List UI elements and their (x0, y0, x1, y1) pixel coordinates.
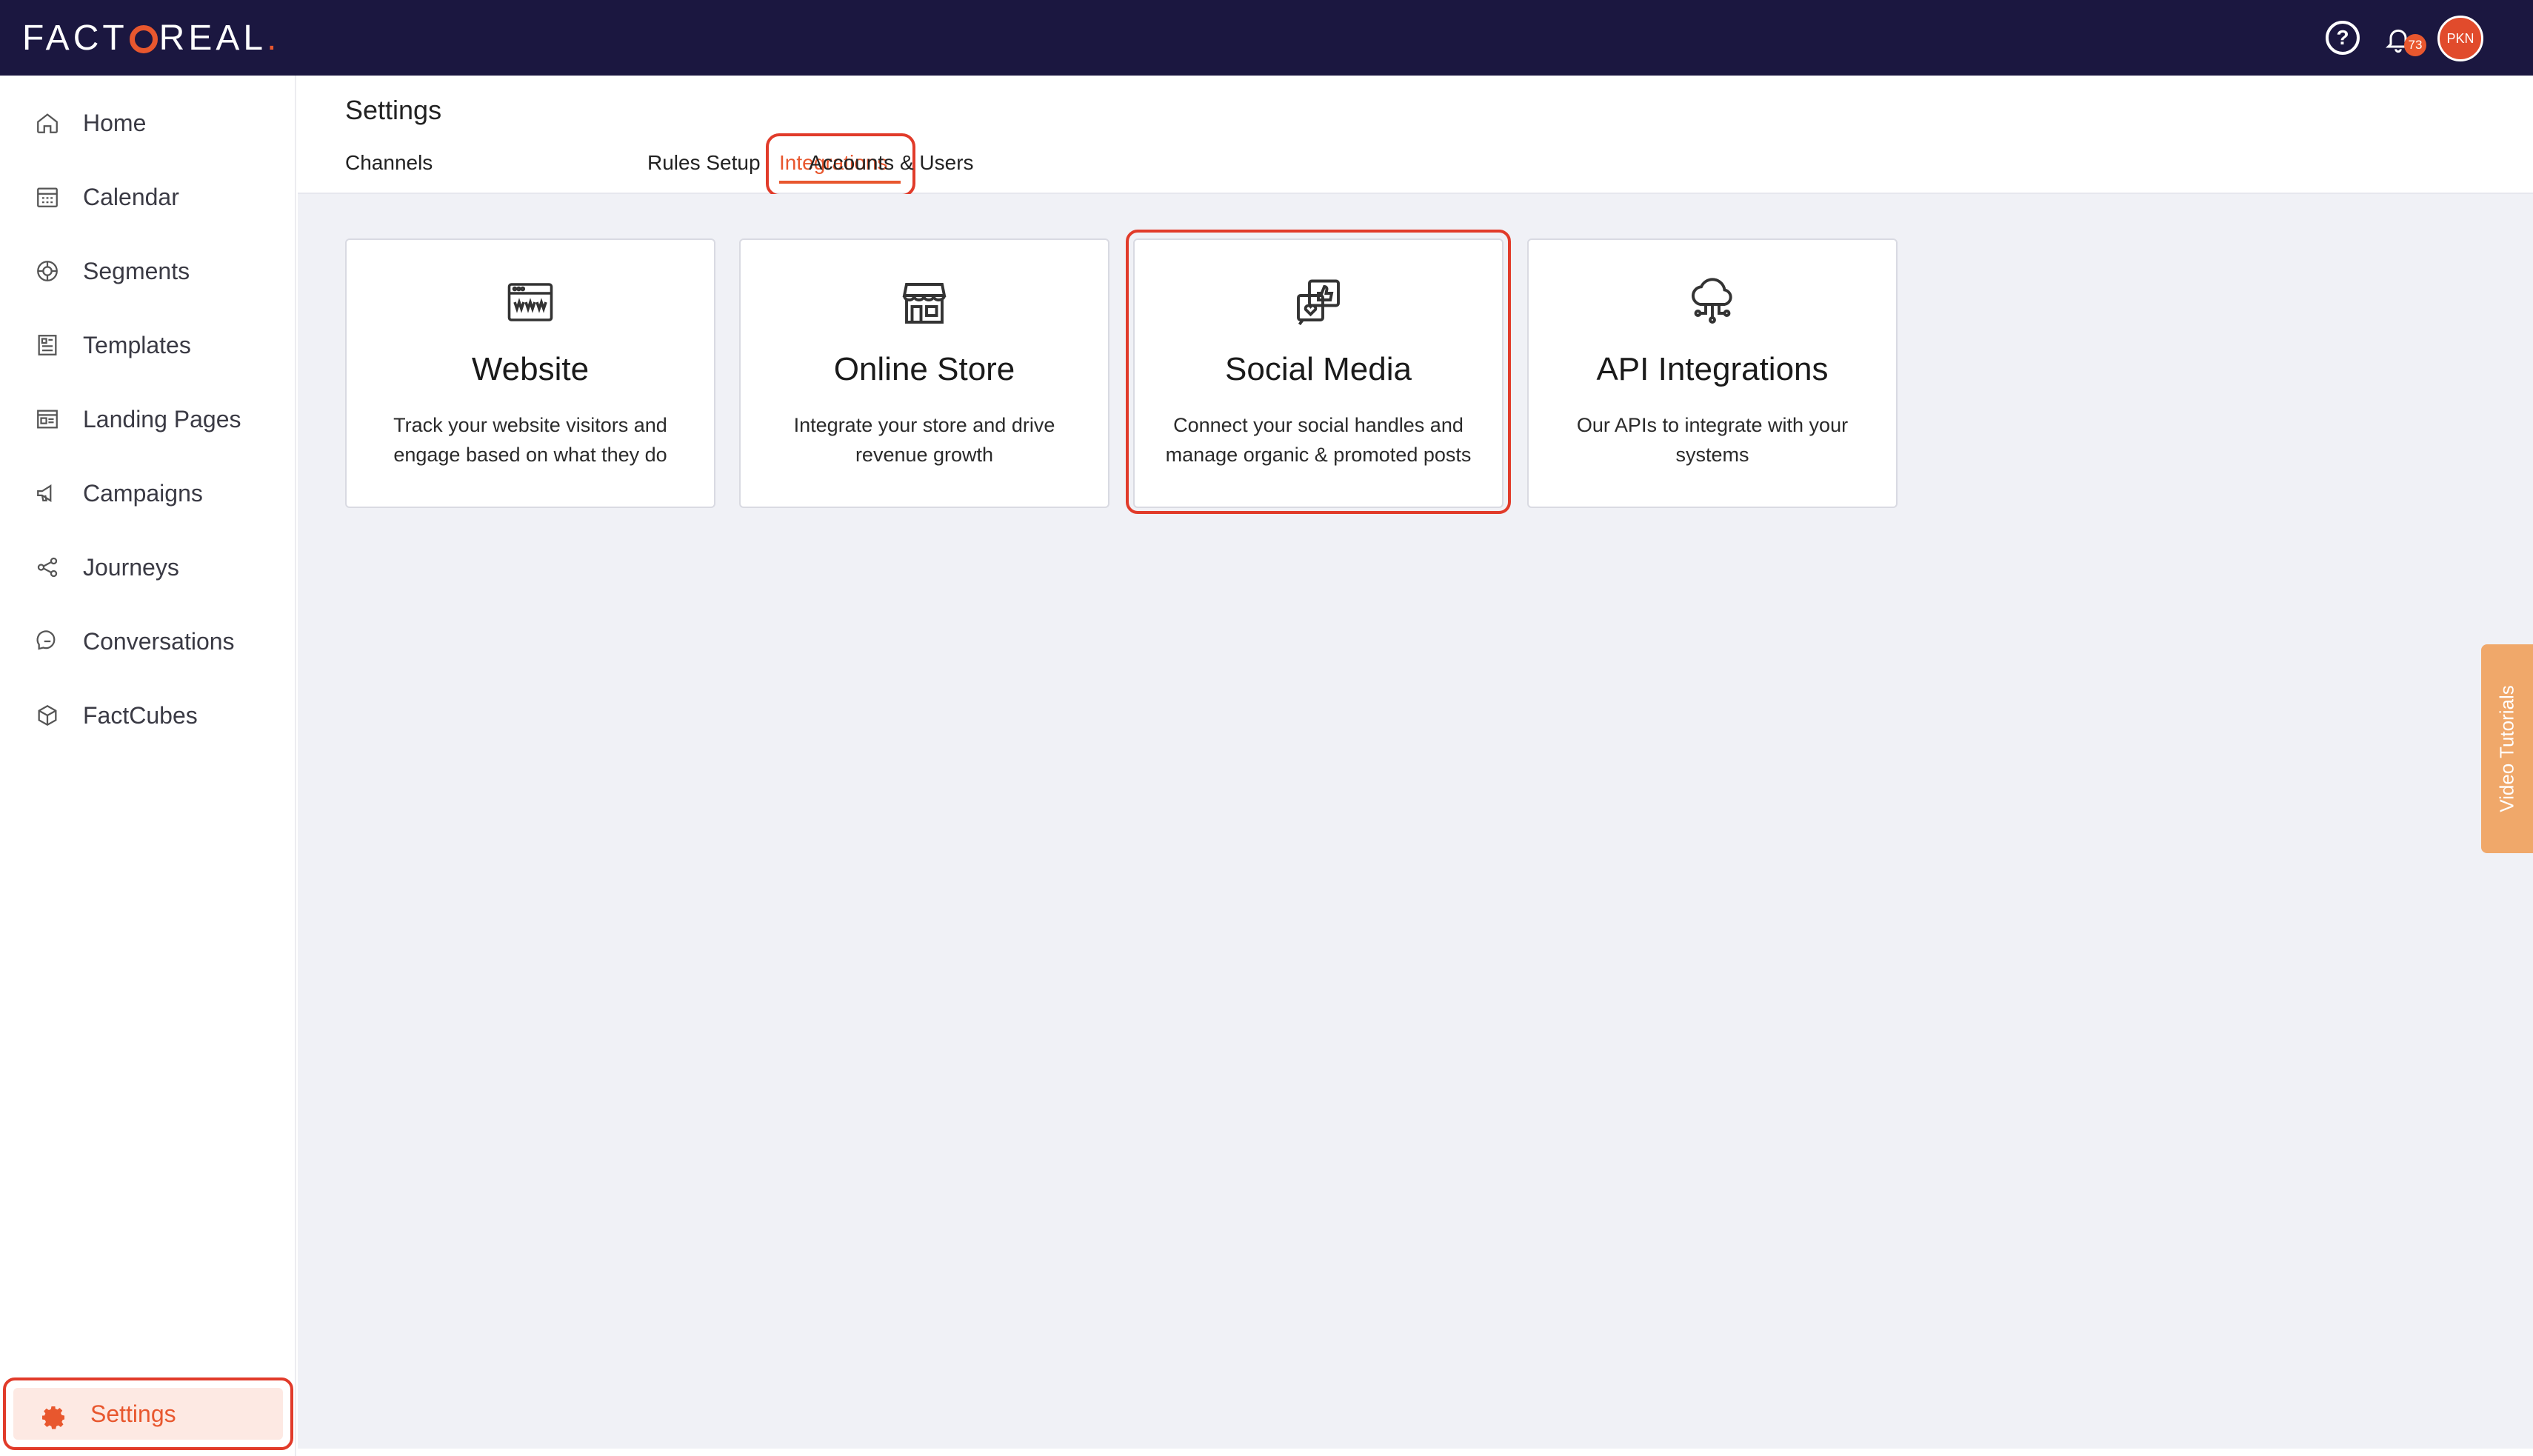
sidebar-item-factcubes[interactable]: FactCubes (0, 686, 295, 745)
sidebar-item-home[interactable]: Home (0, 93, 295, 153)
gear-icon (39, 1403, 68, 1432)
user-avatar[interactable]: PKN (2437, 16, 2483, 61)
sidebar-item-label: Settings (90, 1400, 176, 1427)
integration-card-website[interactable]: Website Track your website visitors and … (345, 238, 715, 508)
sidebar-item-campaigns[interactable]: Campaigns (0, 464, 295, 523)
tab-accounts-users[interactable]: Accounts & Users (809, 151, 974, 175)
logo-mark-icon (129, 25, 158, 53)
card-title: Social Media (1225, 351, 1412, 387)
tab-channels[interactable]: Channels (345, 151, 433, 175)
sidebar-item-journeys[interactable]: Journeys (0, 538, 295, 597)
video-tutorials-tab[interactable]: Video Tutorials (2481, 644, 2533, 853)
sidebar-item-settings[interactable]: Settings (3, 1377, 293, 1450)
notification-count-badge: 73 (2404, 34, 2426, 56)
integrations-content: Website Track your website visitors and … (298, 194, 2533, 1449)
sidebar-item-landing-pages[interactable]: Landing Pages (0, 390, 295, 449)
cube-icon (34, 702, 61, 729)
top-navigation-bar: FACT REAL. ? 73 PKN (0, 0, 2533, 76)
sidebar-item-label: Templates (83, 331, 191, 358)
card-title: API Integrations (1596, 351, 1829, 387)
sidebar-item-calendar[interactable]: Calendar (0, 167, 295, 227)
sidebar-item-label: FactCubes (83, 701, 198, 729)
card-description: Integrate your store and drive revenue g… (793, 414, 1055, 466)
sidebar-item-label: Landing Pages (83, 405, 241, 433)
card-title: Website (471, 351, 590, 387)
integration-card-online-store[interactable]: Online Store Integrate your store and dr… (739, 238, 1109, 508)
home-icon (34, 110, 61, 136)
active-tab-underline (779, 181, 901, 184)
factoreal-logo[interactable]: FACT REAL. (22, 13, 280, 62)
sidebar-item-conversations[interactable]: Conversations (0, 612, 295, 671)
templates-icon (34, 332, 61, 358)
sidebar-item-label: Journeys (83, 553, 179, 581)
card-description: Connect your social handles and manage o… (1165, 414, 1472, 466)
storefront-icon (898, 275, 951, 329)
integration-card-social-media[interactable]: Social Media Connect your social handles… (1133, 238, 1504, 508)
sidebar-item-label: Conversations (83, 627, 235, 655)
sidebar-item-label: Campaigns (83, 479, 203, 507)
share-nodes-icon (34, 554, 61, 581)
sidebar-item-label: Segments (83, 257, 190, 284)
question-circle-icon: ? (2336, 26, 2349, 49)
calendar-icon (34, 184, 61, 210)
notifications-button[interactable]: 73 (2383, 21, 2426, 58)
segments-icon (34, 258, 61, 284)
help-button[interactable]: ? (2326, 21, 2360, 55)
social-like-heart-icon (1292, 275, 1345, 329)
megaphone-icon (34, 480, 61, 507)
tab-rules-setup[interactable]: Rules Setup (647, 151, 761, 175)
video-tutorials-label: Video Tutorials (2495, 685, 2518, 812)
sidebar-item-templates[interactable]: Templates (0, 315, 295, 375)
card-description: Our APIs to integrate with your systems (1576, 414, 1849, 466)
cloud-network-icon (1686, 275, 1739, 329)
sidebar: Home Calendar Segments Templates Landing… (0, 76, 296, 1456)
bottom-edge (298, 1449, 2533, 1456)
card-description: Track your website visitors and engage b… (393, 414, 667, 466)
page-title: Settings (345, 95, 442, 125)
sidebar-item-label: Home (83, 109, 147, 136)
card-title: Online Store (833, 351, 1015, 387)
settings-header: Settings Channels Integrations Rules Set… (298, 76, 2533, 197)
integration-card-api-integrations[interactable]: API Integrations Our APIs to integrate w… (1527, 238, 1898, 508)
landing-pages-icon (34, 406, 61, 433)
chat-bubbles-icon (34, 628, 61, 655)
browser-www-icon (504, 275, 557, 329)
sidebar-item-label: Calendar (83, 183, 179, 210)
sidebar-item-segments[interactable]: Segments (0, 241, 295, 301)
